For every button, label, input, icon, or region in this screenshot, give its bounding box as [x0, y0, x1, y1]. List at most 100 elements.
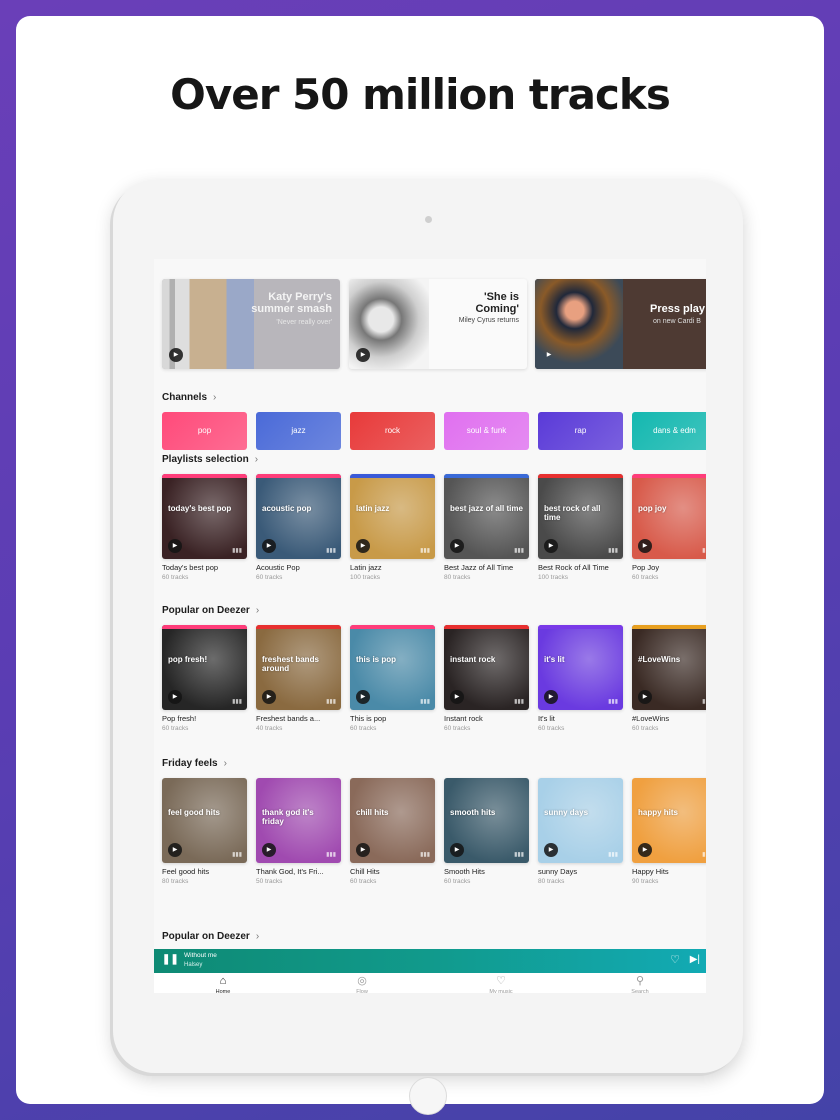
play-icon[interactable]: ▶ — [169, 348, 183, 362]
home-hardware-button[interactable] — [409, 1077, 447, 1115]
playlist-cover[interactable]: feel good hits ▶ ▮▮▮ — [162, 778, 247, 863]
play-icon[interactable]: ▶ — [356, 843, 370, 857]
play-icon[interactable]: ▶ — [356, 690, 370, 704]
hero-subtitle: 'Never really over' — [276, 319, 332, 326]
channel-tile[interactable]: pop — [162, 412, 247, 450]
playlist-name[interactable]: Best Rock of All Time — [538, 563, 609, 572]
playlist-name[interactable]: Freshest bands a... — [256, 714, 320, 723]
tab-search[interactable]: ⚲ Search — [610, 975, 670, 993]
playlist-name[interactable]: Chill Hits — [350, 867, 380, 876]
play-icon[interactable]: ▶ — [450, 690, 464, 704]
hero-title: 'She is Coming' — [475, 291, 519, 315]
skip-next-icon[interactable]: ▶| — [690, 954, 700, 965]
cover-title: smooth hits — [450, 808, 496, 817]
heart-icon[interactable]: ♡ — [670, 953, 680, 966]
cover-title: chill hits — [356, 808, 389, 817]
playlist-name[interactable]: Today's best pop — [162, 563, 218, 572]
playlist-cover[interactable]: latin jazz ▶ ▮▮▮ — [350, 474, 435, 559]
playlist-cover[interactable]: pop fresh! ▶ ▮▮▮ — [162, 625, 247, 710]
track-count: 60 tracks — [444, 725, 471, 732]
chevron-right-icon: › — [213, 392, 217, 403]
playlist-cover[interactable]: it's lit ▶ ▮▮▮ — [538, 625, 623, 710]
mini-player[interactable]: ❚❚ Without me Halsey ♡ ▶| — [154, 949, 706, 973]
playlist-cover[interactable]: this is pop ▶ ▮▮▮ — [350, 625, 435, 710]
section-header[interactable]: Popular on Deezer › — [162, 605, 259, 616]
tab-home[interactable]: ⌂ Home — [193, 975, 253, 993]
hero-carousel[interactable]: Katy Perry's summer smash 'Never really … — [162, 279, 706, 369]
cover-color-bar — [444, 474, 529, 478]
playlist-name[interactable]: It's lit — [538, 714, 555, 723]
playlist-name[interactable]: Smooth Hits — [444, 867, 485, 876]
section-header-channels[interactable]: Channels › — [162, 392, 216, 403]
playlist-name[interactable]: Acoustic Pop — [256, 563, 300, 572]
hero-banner[interactable]: 'She is Coming' Miley Cyrus returns ▶ — [349, 279, 527, 369]
play-icon[interactable]: ▶ — [168, 539, 182, 553]
hero-banner[interactable]: Press play on new Cardi B ▶ — [535, 279, 706, 369]
hero-banner[interactable]: Katy Perry's summer smash 'Never really … — [162, 279, 340, 369]
play-icon[interactable]: ▶ — [544, 690, 558, 704]
playlist-cover[interactable]: freshest bands around ▶ ▮▮▮ — [256, 625, 341, 710]
playlist-cover[interactable]: thank god it's friday ▶ ▮▮▮ — [256, 778, 341, 863]
ipad-device: Katy Perry's summer smash 'Never really … — [113, 180, 743, 1115]
track-count: 80 tracks — [538, 878, 565, 885]
section-header[interactable]: Popular on Deezer › — [162, 931, 259, 942]
section-header[interactable]: Playlists selection › — [162, 454, 258, 465]
pause-icon[interactable]: ❚❚ — [162, 954, 179, 965]
cover-title: sunny days — [544, 808, 589, 817]
play-icon[interactable]: ▶ — [168, 843, 182, 857]
playlist-cover[interactable]: best jazz of all time ▶ ▮▮▮ — [444, 474, 529, 559]
tab-my-music[interactable]: ♡ My music — [471, 975, 531, 993]
playlist-name[interactable]: #LoveWins — [632, 714, 669, 723]
playlist-name[interactable]: Instant rock — [444, 714, 483, 723]
playlist-cover[interactable]: today's best pop ▶ ▮▮▮ — [162, 474, 247, 559]
playlist-name[interactable]: sunny Days — [538, 867, 577, 876]
playlist-name[interactable]: Pop Joy — [632, 563, 659, 572]
tab-label: Search — [631, 989, 649, 993]
play-icon[interactable]: ▶ — [544, 539, 558, 553]
playlist-cover[interactable]: happy hits ▶ ▮▮▮ — [632, 778, 706, 863]
playlist-cover[interactable]: acoustic pop ▶ ▮▮▮ — [256, 474, 341, 559]
playlist-name[interactable]: Best Jazz of All Time — [444, 563, 513, 572]
playlist-name[interactable]: This is pop — [350, 714, 386, 723]
channel-tile[interactable]: soul & funk — [444, 412, 529, 450]
playlist-cover[interactable]: best rock of all time ▶ ▮▮▮ — [538, 474, 623, 559]
play-icon[interactable]: ▶ — [262, 539, 276, 553]
cover-title: #LoveWins — [638, 655, 681, 664]
cover-title: today's best pop — [168, 504, 232, 513]
channel-tile[interactable]: rap — [538, 412, 623, 450]
playlist-name[interactable]: Latin jazz — [350, 563, 382, 572]
playlist-name[interactable]: Pop fresh! — [162, 714, 196, 723]
play-icon[interactable]: ▶ — [450, 843, 464, 857]
playlist-cover[interactable]: pop joy ▶ ▮▮▮ — [632, 474, 706, 559]
play-icon[interactable]: ▶ — [356, 539, 370, 553]
heart-icon: ♡ — [496, 975, 506, 987]
play-icon[interactable]: ▶ — [262, 690, 276, 704]
tab-flow[interactable]: ◎ Flow — [332, 975, 392, 993]
playlist-cover[interactable]: instant rock ▶ ▮▮▮ — [444, 625, 529, 710]
playlist-cover[interactable]: chill hits ▶ ▮▮▮ — [350, 778, 435, 863]
play-icon[interactable]: ▶ — [638, 539, 652, 553]
chevron-right-icon: › — [255, 605, 260, 616]
playlist-cover[interactable]: smooth hits ▶ ▮▮▮ — [444, 778, 529, 863]
play-icon[interactable]: ▶ — [542, 348, 556, 362]
section-header[interactable]: Friday feels › — [162, 758, 227, 769]
chevron-right-icon: › — [223, 758, 227, 769]
play-icon[interactable]: ▶ — [544, 843, 558, 857]
playlist-name[interactable]: Happy Hits — [632, 867, 669, 876]
play-icon[interactable]: ▶ — [262, 843, 276, 857]
playlist-name[interactable]: Thank God, It's Fri... — [256, 867, 324, 876]
section-title: Channels — [162, 392, 208, 403]
channel-tile[interactable]: jazz — [256, 412, 341, 450]
playlist-name[interactable]: Feel good hits — [162, 867, 209, 876]
camera-dot — [425, 216, 432, 223]
track-count: 60 tracks — [162, 574, 189, 581]
play-icon[interactable]: ▶ — [450, 539, 464, 553]
play-icon[interactable]: ▶ — [356, 348, 370, 362]
playlist-cover[interactable]: sunny days ▶ ▮▮▮ — [538, 778, 623, 863]
channel-tile[interactable]: rock — [350, 412, 435, 450]
play-icon[interactable]: ▶ — [638, 843, 652, 857]
channel-tile[interactable]: dans & edm — [632, 412, 706, 450]
play-icon[interactable]: ▶ — [168, 690, 182, 704]
playlist-cover[interactable]: #LoveWins ▶ ▮▮▮ — [632, 625, 706, 710]
play-icon[interactable]: ▶ — [638, 690, 652, 704]
